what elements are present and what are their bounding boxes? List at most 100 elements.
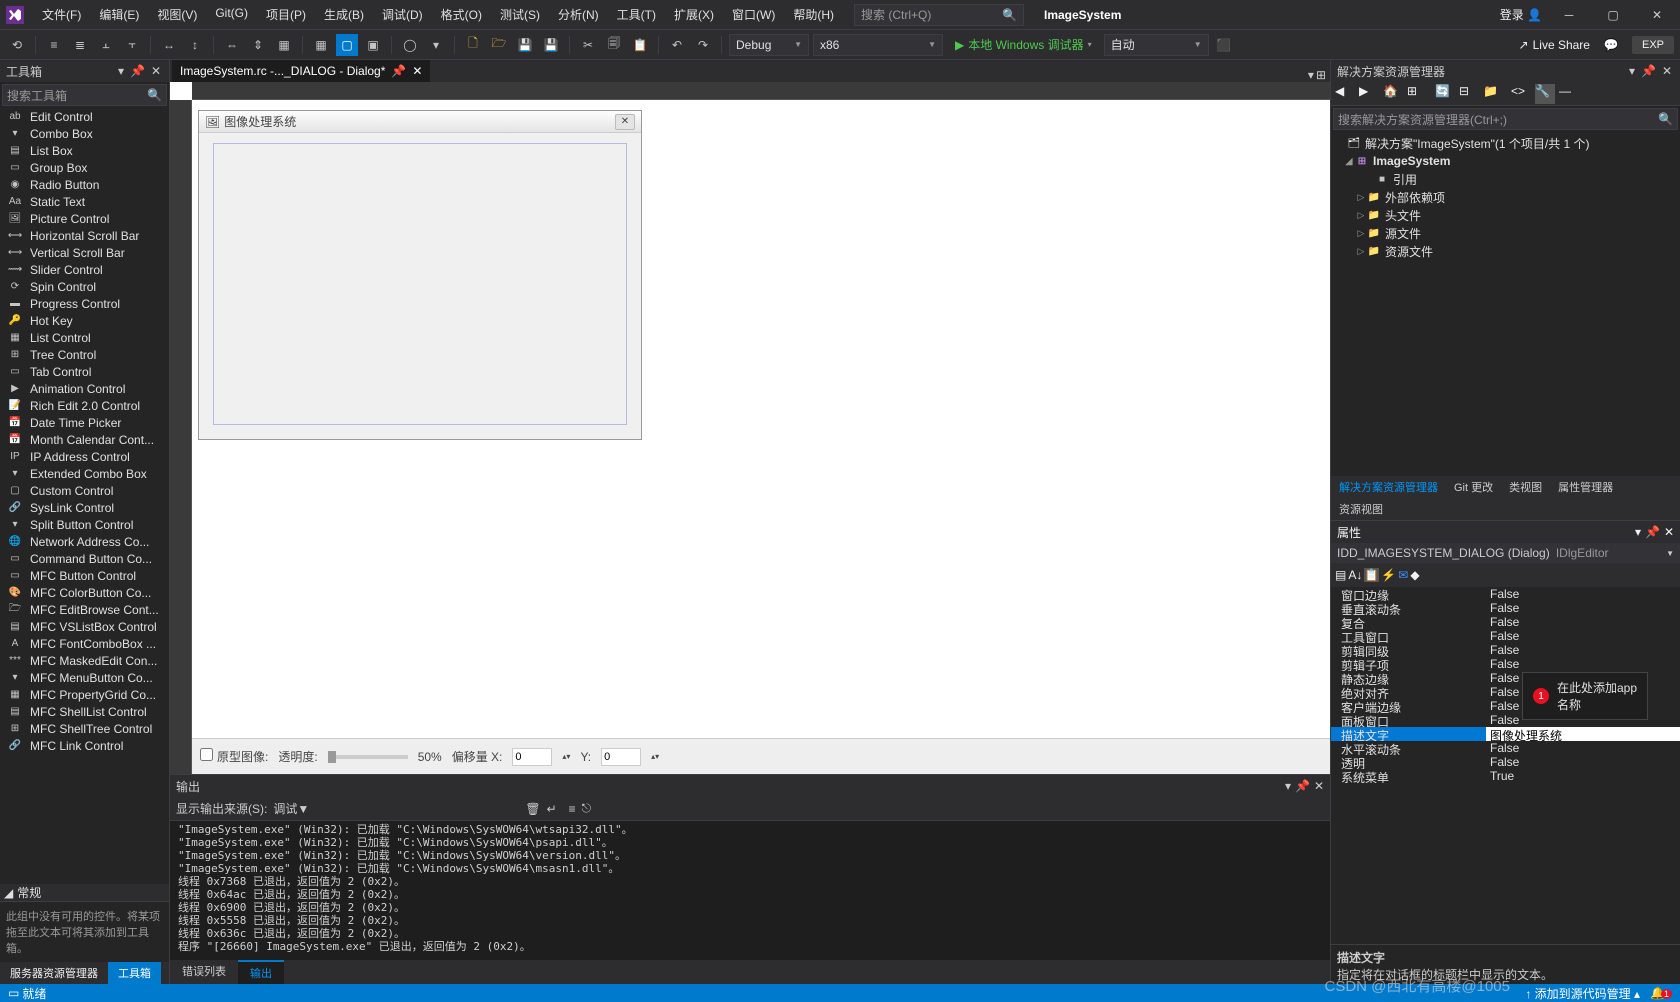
expand-icon[interactable]: ◢ [1343,156,1355,167]
tree-row[interactable]: ■引用 [1331,170,1680,188]
property-row[interactable]: 透明False [1331,755,1680,769]
dropdown-icon[interactable]: ▾ [1285,779,1291,793]
minimize-button[interactable]: ─ [1552,2,1586,28]
guide-icon[interactable]: ▣ [362,34,384,56]
scope-icon[interactable]: ⊞ [1407,84,1427,104]
feedback-icon[interactable]: 💬 [1600,34,1622,56]
toolbox-item[interactable]: ▭Group Box [0,159,169,176]
distribute-h-icon[interactable]: ↔ [158,34,180,56]
toolbox-search[interactable]: 搜索工具箱 🔍 [2,84,167,106]
toolbox-item[interactable]: ▦List Control [0,329,169,346]
tree-row[interactable]: ▷📁头文件 [1331,206,1680,224]
toolbox-item[interactable]: IPIP Address Control [0,448,169,465]
view-icon[interactable]: — [1559,84,1579,104]
opacity-slider[interactable] [328,755,408,759]
ruler-icon[interactable]: ▢ [336,34,358,56]
nav-back-icon[interactable]: ⟲ [6,34,28,56]
toolbox-item[interactable]: ▾Extended Combo Box [0,465,169,482]
close-icon[interactable]: ✕ [1660,64,1674,78]
toolbox-item[interactable]: 🔗SysLink Control [0,499,169,516]
new-file-icon[interactable]: 🗋 [462,34,484,56]
expand-icon[interactable]: ▷ [1355,246,1367,257]
menu-item[interactable]: 帮助(H) [785,2,842,27]
offset-y-input[interactable] [601,748,641,766]
menu-item[interactable]: 编辑(E) [91,2,147,27]
circle-icon[interactable]: ◯ [399,34,421,56]
close-button[interactable]: ✕ [1640,2,1674,28]
tab-output[interactable]: 输出 [238,960,284,984]
pin-icon[interactable]: 📌 [1645,525,1660,539]
menu-item[interactable]: 窗口(W) [724,2,783,27]
expand-icon[interactable]: ▷ [1355,192,1367,203]
tab-toolbox[interactable]: 工具箱 [108,962,161,984]
tree-row[interactable]: ▷📁资源文件 [1331,242,1680,260]
menu-item[interactable]: 格式(O) [433,2,490,27]
pin-icon[interactable]: 📌 [391,64,406,78]
doc-tab-active[interactable]: ImageSystem.rc -..._DIALOG - Dialog* 📌 ✕ [172,60,430,82]
toolbox-item[interactable]: ▶Animation Control [0,380,169,397]
right-tab[interactable]: 类视图 [1501,476,1550,498]
toolbox-item[interactable]: ▾Combo Box [0,125,169,142]
offset-x-input[interactable] [512,748,552,766]
prototype-checkbox[interactable]: 原型图像: [200,748,268,765]
pin-icon[interactable]: 📌 [1639,64,1658,78]
toolbox-item[interactable]: 📅Month Calendar Cont... [0,431,169,448]
toolbox-item[interactable]: 🗁MFC EditBrowse Cont... [0,601,169,618]
home-icon[interactable]: 🏠 [1383,84,1403,104]
open-file-icon[interactable]: 🗁 [488,34,510,56]
toolbox-item[interactable]: ▾Split Button Control [0,516,169,533]
paste-icon[interactable]: 📋 [629,34,651,56]
ext-icon[interactable]: ⬛ [1213,34,1235,56]
redo-icon[interactable]: ↷ [692,34,714,56]
tree-row[interactable]: 🗂解决方案"ImageSystem"(1 个项目/共 1 个) [1331,134,1680,152]
toolbox-item[interactable]: abEdit Control [0,108,169,125]
tree-row[interactable]: ▷📁源文件 [1331,224,1680,242]
msg-icon[interactable]: ✉ [1398,568,1408,582]
tab-error-list[interactable]: 错误列表 [170,960,238,984]
toolbox-item[interactable]: ▢Custom Control [0,482,169,499]
toolbox-item[interactable]: ◉Radio Button [0,176,169,193]
menu-item[interactable]: 测试(S) [492,2,548,27]
refresh-icon[interactable]: 🔄 [1435,84,1455,104]
toolbox-item[interactable]: ▭Tab Control [0,363,169,380]
tab-server-explorer[interactable]: 服务器资源管理器 [0,962,108,984]
toolbox-item[interactable]: AMFC FontComboBox ... [0,635,169,652]
toolbox-item[interactable]: ***MFC MaskedEdit Con... [0,652,169,669]
property-row[interactable]: 剪辑子项False [1331,657,1680,671]
cut-icon[interactable]: ✂ [577,34,599,56]
properties-object[interactable]: IDD_IMAGESYSTEM_DIALOG (Dialog) IDlgEdit… [1331,543,1680,563]
property-row[interactable]: 剪辑同级False [1331,643,1680,657]
menu-item[interactable]: 分析(N) [550,2,607,27]
toolbox-item[interactable]: 📅Date Time Picker [0,414,169,431]
wrap-icon[interactable]: ↵ [547,802,557,816]
toolbox-item[interactable]: ⟿Slider Control [0,261,169,278]
property-row[interactable]: 系统菜单True [1331,769,1680,783]
goto-code-icon[interactable]: ⎋ [582,801,592,816]
az-icon[interactable]: A↓ [1348,568,1362,582]
show-all-icon[interactable]: 📁 [1483,84,1503,104]
right-tab[interactable]: Git 更改 [1446,476,1501,498]
code-icon[interactable]: <> [1511,84,1531,104]
goto-icon[interactable]: ≡ [569,802,576,816]
menu-item[interactable]: 扩展(X) [666,2,722,27]
spinner-icon[interactable]: ▴▾ [651,752,659,761]
pin-icon[interactable]: 📌 [128,64,147,78]
toolbox-item[interactable]: ▭Command Button Co... [0,550,169,567]
toolbox-item[interactable]: ▦MFC PropertyGrid Co... [0,686,169,703]
same-height-icon[interactable]: ⇕ [247,34,269,56]
save-all-icon[interactable]: 💾 [540,34,562,56]
toolbox-item[interactable]: 🎨MFC ColorButton Co... [0,584,169,601]
undo-icon[interactable]: ↶ [666,34,688,56]
right-tab[interactable]: 资源视图 [1331,498,1391,520]
toolbox-item[interactable]: 🔑Hot Key [0,312,169,329]
toolbox-item[interactable]: ⊞Tree Control [0,346,169,363]
override-icon[interactable]: ◆ [1410,568,1419,582]
same-size-icon[interactable]: ▦ [273,34,295,56]
menu-item[interactable]: 项目(P) [258,2,314,27]
cat-icon[interactable]: ▤ [1335,568,1346,582]
platform-combo[interactable]: x86▼ [813,34,943,56]
live-share-button[interactable]: ↗ Live Share [1519,38,1590,52]
forward-icon[interactable]: ▶ [1359,84,1379,104]
dropdown-icon[interactable]: ▾ [1635,525,1641,539]
auto-combo[interactable]: 自动▼ [1104,34,1209,56]
